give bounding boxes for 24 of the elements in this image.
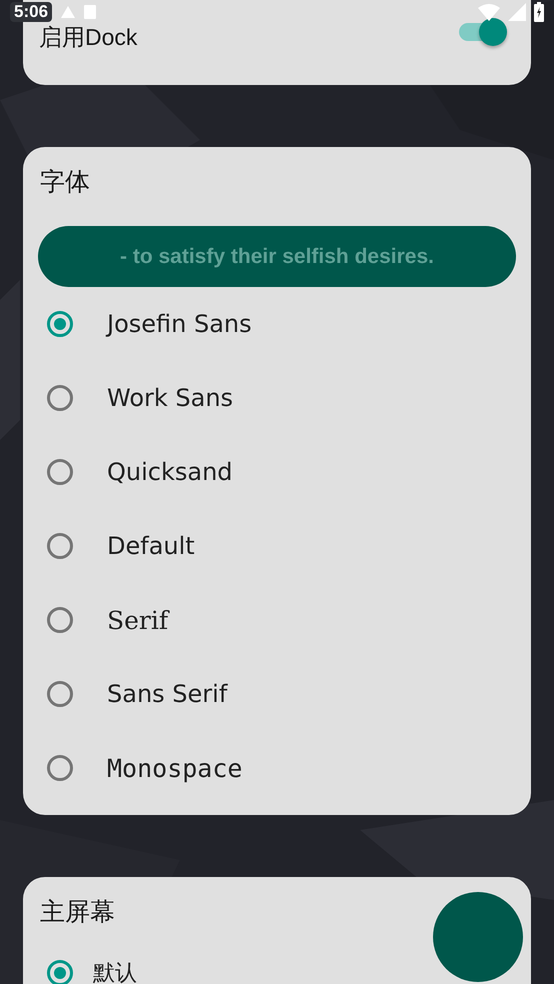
home-option[interactable]: 默认	[38, 958, 137, 984]
font-preview: - to satisfy their selfish desires.	[38, 226, 516, 287]
battery-icon	[534, 2, 544, 22]
card-title: 字体	[39, 167, 91, 198]
font-option[interactable]: Josefin Sans	[38, 287, 516, 361]
font-option[interactable]: Monospace	[38, 731, 516, 805]
radio-button[interactable]	[47, 459, 73, 485]
font-option[interactable]: Quicksand	[38, 435, 516, 509]
radio-button[interactable]	[47, 755, 73, 781]
dock-label: 启用Dock	[39, 23, 138, 52]
radio-button[interactable]	[47, 607, 73, 633]
radio-button[interactable]	[47, 311, 73, 337]
status-time: 5:06	[10, 2, 52, 22]
font-option[interactable]: Default	[38, 509, 516, 583]
card-title: 主屏幕	[39, 897, 116, 928]
font-option[interactable]: Work Sans	[38, 361, 516, 435]
signal-icon	[508, 3, 526, 21]
radio-button[interactable]	[47, 681, 73, 707]
radio-button[interactable]	[47, 533, 73, 559]
radio-button[interactable]	[47, 385, 73, 411]
font-option[interactable]: Serif	[38, 583, 516, 657]
wifi-icon	[478, 3, 500, 21]
font-option[interactable]: Sans Serif	[38, 657, 516, 731]
radio-button[interactable]	[47, 960, 73, 984]
